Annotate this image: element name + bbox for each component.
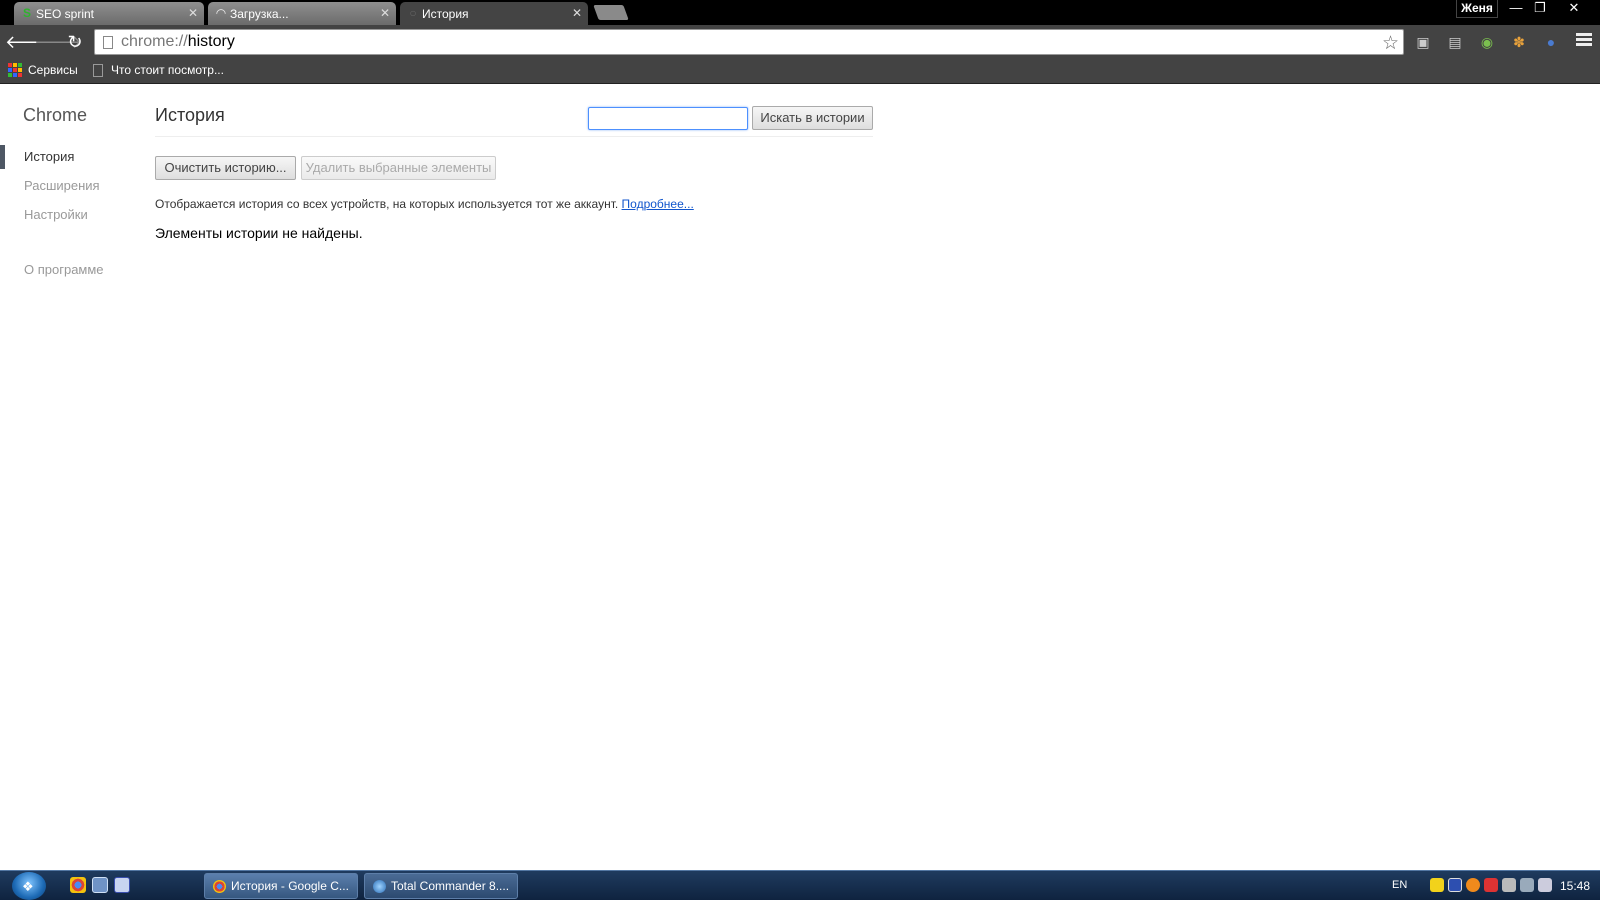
total-commander-icon bbox=[373, 880, 386, 893]
page-icon bbox=[93, 63, 103, 77]
page-title: История bbox=[155, 105, 225, 125]
history-page-icon: ○ bbox=[409, 6, 417, 20]
tab-loading[interactable]: ◠ Загрузка... ✕ bbox=[208, 2, 396, 25]
taskbar-item-chrome[interactable]: История - Google C... bbox=[204, 873, 358, 899]
tray-icon[interactable] bbox=[1520, 878, 1534, 892]
remove-selected-button[interactable]: Удалить выбранные элементы bbox=[301, 156, 496, 180]
tab-seo-sprint[interactable]: S SEO sprint ✕ bbox=[14, 2, 204, 25]
extension-icon[interactable]: ▤ bbox=[1445, 33, 1465, 51]
tray-icon[interactable] bbox=[1448, 878, 1462, 892]
reload-icon[interactable]: ↻ bbox=[63, 30, 87, 54]
start-button[interactable]: ❖ bbox=[12, 872, 46, 900]
address-bar[interactable]: chrome://history ☆ bbox=[94, 29, 1404, 55]
tab-title: Загрузка... bbox=[230, 6, 289, 21]
minimize-icon[interactable]: — bbox=[1504, 0, 1528, 18]
colored-extension-icon[interactable]: ✽ bbox=[1509, 33, 1529, 51]
page-icon bbox=[103, 35, 113, 49]
sync-info-text: Отображается история со всех устройств, … bbox=[155, 197, 619, 211]
sync-info: Отображается история со всех устройств, … bbox=[155, 197, 694, 211]
url-text: chrome://history bbox=[121, 33, 235, 50]
bookmark-services[interactable]: Сервисы bbox=[8, 63, 78, 77]
taskbar: ❖ История - Google C... Total Commander … bbox=[0, 870, 1600, 900]
bookmark-label: Что стоит посмотр... bbox=[111, 63, 224, 77]
volume-icon[interactable] bbox=[1502, 878, 1516, 892]
empty-history-message: Элементы истории не найдены. bbox=[155, 225, 363, 241]
language-indicator[interactable]: EN bbox=[1392, 879, 1407, 891]
extension-icon[interactable]: ▣ bbox=[1413, 33, 1433, 51]
tab-title: SEO sprint bbox=[36, 6, 95, 21]
back-icon[interactable]: 🡐 bbox=[5, 30, 53, 54]
tray-icon[interactable] bbox=[1484, 878, 1498, 892]
bookmark-star-icon[interactable]: ☆ bbox=[1382, 32, 1399, 55]
taskbar-item-label: История - Google C... bbox=[231, 879, 349, 893]
new-tab-button[interactable] bbox=[593, 5, 629, 20]
bookmarks-bar: Сервисы Что стоит посмотр... bbox=[0, 59, 1600, 84]
learn-more-link[interactable]: Подробнее... bbox=[622, 197, 694, 211]
extension-badge-icon[interactable]: ● bbox=[1541, 33, 1561, 51]
divider bbox=[155, 136, 873, 137]
close-tab-icon[interactable]: ✕ bbox=[572, 6, 582, 20]
loading-spinner-icon: ◠ bbox=[215, 6, 227, 20]
tab-history[interactable]: ○ История ✕ bbox=[400, 2, 588, 25]
profile-button[interactable]: Женя bbox=[1456, 0, 1498, 18]
network-icon[interactable] bbox=[1538, 878, 1552, 892]
sidebar-title: Chrome bbox=[23, 105, 88, 125]
sidebar-nav: История Расширения Настройки bbox=[0, 145, 140, 232]
apps-grid-icon bbox=[8, 63, 22, 77]
tray-icon[interactable] bbox=[1430, 878, 1444, 892]
sidebar-item-about[interactable]: О программе bbox=[24, 262, 104, 277]
close-tab-icon[interactable]: ✕ bbox=[380, 6, 390, 20]
bookmark-label: Сервисы bbox=[28, 63, 78, 77]
restore-icon[interactable]: ❐ bbox=[1528, 0, 1552, 18]
clock[interactable]: 15:48 bbox=[1560, 879, 1590, 893]
desktop-quicklaunch-icon[interactable] bbox=[92, 877, 108, 893]
chrome-quicklaunch-icon[interactable] bbox=[70, 877, 86, 893]
chrome-icon bbox=[213, 880, 226, 893]
clear-history-button[interactable]: Очистить историю... bbox=[155, 156, 296, 180]
taskbar-item-total-commander[interactable]: Total Commander 8.... bbox=[364, 873, 518, 899]
search-history-button[interactable]: Искать в истории bbox=[752, 106, 873, 130]
toolbar: 🡐 🡒 ↻ chrome://history ☆ ▣ ▤ ◉ ✽ ● bbox=[0, 25, 1600, 59]
tray-icon[interactable] bbox=[1466, 878, 1480, 892]
sidebar-item-settings[interactable]: Настройки bbox=[0, 203, 140, 232]
taskbar-item-label: Total Commander 8.... bbox=[391, 879, 510, 893]
sidebar-item-history[interactable]: История bbox=[0, 145, 140, 174]
windows-logo-icon: ❖ bbox=[22, 879, 34, 894]
sidebar-item-extensions[interactable]: Расширения bbox=[0, 174, 140, 203]
title-bar: S SEO sprint ✕ ◠ Загрузка... ✕ ○ История… bbox=[0, 0, 1600, 25]
close-window-icon[interactable]: ✕ bbox=[1560, 0, 1588, 18]
forward-icon[interactable]: 🡒 bbox=[34, 30, 82, 54]
seo-sprint-favicon: S bbox=[22, 6, 31, 20]
tab-title: История bbox=[422, 6, 469, 21]
globe-extension-icon[interactable]: ◉ bbox=[1477, 33, 1497, 51]
search-input[interactable] bbox=[588, 107, 748, 130]
bookmark-what-to-watch[interactable]: Что стоит посмотр... bbox=[93, 63, 224, 77]
chrome-menu-icon[interactable] bbox=[1576, 33, 1592, 51]
app-quicklaunch-icon[interactable] bbox=[114, 877, 130, 893]
close-tab-icon[interactable]: ✕ bbox=[188, 6, 198, 20]
